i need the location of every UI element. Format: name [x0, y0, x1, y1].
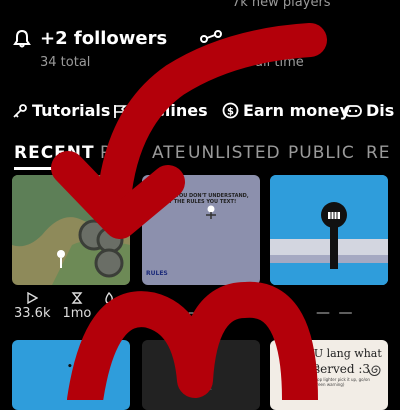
top-partial-stat: 7k new players: [232, 0, 331, 10]
tab-recent[interactable]: RECENT: [14, 143, 95, 163]
card-thumbnail: [12, 175, 130, 285]
game-card-2[interactable]: REATTOR YOU DON'T UNDERSTAND, LOOK AT TH…: [142, 175, 260, 285]
chip-label: elines: [154, 101, 208, 120]
card-text-line-2: served :3: [314, 362, 371, 376]
game-card-3[interactable]: [270, 175, 388, 285]
share-icon: [200, 29, 222, 48]
flame-icon: [105, 292, 114, 304]
card-caption-top: REATTOR YOU DON'T UNDERSTAND, LOOK AT TH…: [148, 193, 249, 205]
game-card-1[interactable]: [12, 175, 130, 285]
chip-guidelines[interactable]: elines: [112, 101, 208, 120]
views-count: 33.6k: [14, 306, 51, 321]
bell-icon: [12, 29, 32, 49]
card-thumbnail: [270, 175, 388, 285]
card-small-text: (top lighter pick it up, go/on green war…: [314, 377, 370, 387]
players-count: s: [308, 28, 319, 49]
players-stat[interactable]: s 1/1 all time: [200, 28, 319, 70]
tab-active-underline: [14, 167, 84, 170]
age-stat: 1mo: [62, 292, 91, 321]
chip-discord[interactable]: Dis: [344, 101, 394, 120]
key-icon: [12, 103, 28, 119]
followers-count: +2 followers: [40, 28, 168, 49]
tab-unlisted[interactable]: UNLISTED: [188, 143, 281, 163]
chip-tutorials[interactable]: Tutorials: [12, 101, 110, 120]
tab-private-part1[interactable]: PR: [100, 143, 124, 163]
chip-label: Dis: [366, 101, 395, 120]
age-value: 1mo: [62, 306, 92, 321]
gamepad-icon: [344, 104, 362, 118]
chip-label: Earn money: [243, 101, 350, 120]
flame-stat: [103, 292, 115, 321]
coin-icon: $: [222, 102, 239, 119]
tab-public[interactable]: PUBLIC: [288, 143, 355, 163]
play-icon: [27, 292, 39, 304]
card-caption-bottom: RULES: [146, 270, 168, 277]
players-total: 1/1 all time: [230, 55, 304, 70]
chip-label: Tutorials: [32, 101, 111, 120]
followers-total: 34 total: [40, 55, 91, 70]
flag-icon: [112, 103, 128, 119]
card-2-stats-placeholder: — —: [188, 305, 227, 321]
tab-recommended[interactable]: RE: [366, 143, 391, 163]
chip-earn-money[interactable]: $ Earn money: [222, 101, 350, 120]
svg-text:$: $: [227, 107, 234, 118]
card-3-stats-placeholder: — —: [316, 305, 355, 321]
followers-stat[interactable]: +2 followers 34 total: [12, 28, 167, 70]
stick-figure-icon: [206, 205, 216, 219]
hourglass-icon: [71, 292, 83, 304]
tab-private-part2[interactable]: ATE: [152, 143, 186, 163]
card-dots: •••: [67, 362, 85, 372]
swirl-icon: [368, 365, 381, 376]
card-1-stats: 33.6k 1mo: [14, 292, 115, 321]
views-stat: 33.6k: [14, 292, 50, 321]
